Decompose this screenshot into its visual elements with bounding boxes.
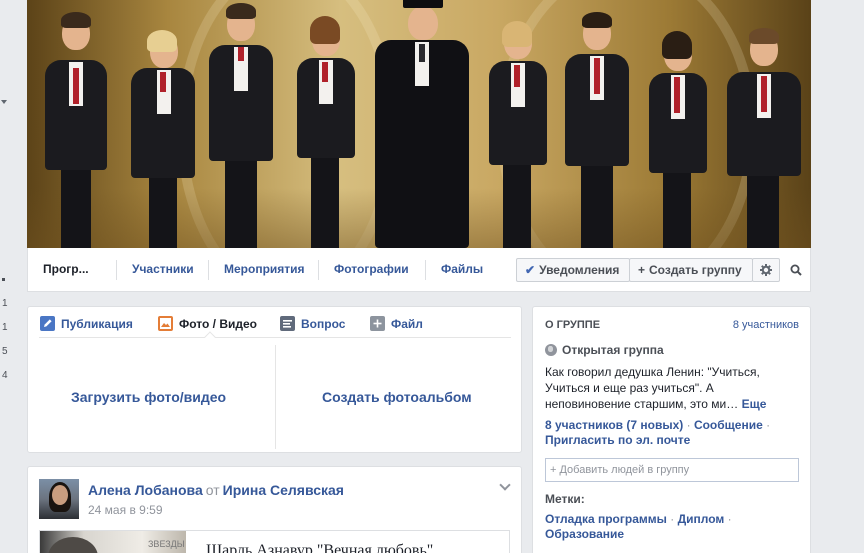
cover-person: [645, 23, 711, 248]
group-navbar: Прогр... Участники Мероприятия Фотографи…: [27, 248, 811, 292]
search-icon[interactable]: [790, 264, 802, 276]
nav-files[interactable]: Файлы: [441, 248, 483, 291]
globe-icon: [545, 344, 557, 356]
cover-person: [483, 13, 553, 248]
tab-file[interactable]: Файл: [370, 315, 423, 335]
author-link[interactable]: Алена Лобанова: [88, 482, 203, 498]
notifications-button[interactable]: ✔ Уведомления: [516, 258, 630, 282]
post-card: Алена Лобанова от Ирина Селявская 24 мая в…: [27, 466, 522, 553]
cover-person: [291, 8, 361, 248]
left-rail: 1 1 5 4: [0, 0, 18, 553]
nav-group-name[interactable]: Прогр...: [43, 248, 89, 291]
privacy-label: Открытая группа: [545, 343, 664, 357]
collapse-arrow-icon[interactable]: [1, 100, 7, 104]
file-plus-icon: [370, 316, 385, 331]
group-description: Как говорил дедушка Ленин: "Учиться, Учи…: [545, 365, 767, 411]
composer: Публикация Фото / Видео Вопрос Файл Загр…: [27, 306, 522, 453]
nav-members[interactable]: Участники: [132, 248, 194, 291]
bullet-dot: [2, 278, 5, 281]
rail-count-1: 1: [2, 298, 8, 309]
tab-question[interactable]: Вопрос: [280, 315, 345, 335]
cover-person: [723, 16, 805, 248]
group-stats: 8 участников (7 новых) · Сообщение · При…: [545, 418, 771, 447]
about-group-panel: О ГРУППЕ 8 участников Открытая группа Ка…: [532, 306, 811, 553]
rail-count-4: 4: [2, 370, 8, 381]
cover-person: [127, 18, 201, 248]
nav-events[interactable]: Мероприятия: [224, 248, 305, 291]
members-count-link[interactable]: 8 участников: [733, 319, 799, 331]
avatar[interactable]: [39, 479, 79, 519]
photo-icon: [158, 316, 173, 331]
rail-count-3: 5: [2, 346, 8, 357]
shared-thumbnail: ЗВЕЗДЫ: [40, 531, 186, 553]
cover-photo[interactable]: [27, 0, 811, 248]
create-album-button[interactable]: Создать фотоальбом: [322, 389, 472, 405]
cover-person: [205, 3, 277, 248]
message-link[interactable]: Сообщение: [694, 418, 763, 432]
settings-button[interactable]: [752, 258, 780, 282]
tags-list: Отладка программы · Диплом · Образование: [545, 512, 732, 541]
create-group-button[interactable]: + Создать группу: [629, 258, 753, 282]
nav-photos[interactable]: Фотографии: [334, 248, 409, 291]
add-people-input[interactable]: + Добавить людей в группу: [545, 458, 799, 482]
upload-photo-video-button[interactable]: Загрузить фото/видео: [71, 389, 226, 405]
gear-icon: [760, 264, 772, 276]
tags-heading: Метки:: [545, 492, 585, 506]
tag-link[interactable]: Диплом: [678, 512, 725, 526]
plus-icon: +: [638, 263, 646, 277]
checkmark-icon: ✔: [525, 263, 536, 277]
tab-post[interactable]: Публикация: [40, 315, 133, 335]
target-link[interactable]: Ирина Селявская: [223, 482, 344, 498]
members-link[interactable]: 8 участников (7 новых): [545, 418, 683, 432]
tag-link[interactable]: Отладка программы: [545, 512, 667, 526]
pencil-icon: [40, 316, 55, 331]
cover-person: [41, 8, 111, 248]
tag-link[interactable]: Образование: [545, 527, 624, 541]
cover-person: [369, 0, 475, 248]
post-timestamp[interactable]: 24 мая в 9:59: [88, 503, 163, 517]
shared-link-preview[interactable]: ЗВЕЗДЫ Шарль Азнавур "Вечная любовь": [39, 530, 510, 553]
rail-count-2: 1: [2, 322, 8, 333]
poll-icon: [280, 316, 295, 331]
post-header: Алена Лобанова от Ирина Селявская: [88, 482, 344, 498]
chevron-down-icon[interactable]: [499, 479, 511, 491]
see-more-link[interactable]: Еще: [742, 397, 767, 411]
cover-person: [561, 8, 633, 248]
shared-title[interactable]: Шарль Азнавур "Вечная любовь": [206, 542, 433, 553]
about-heading: О ГРУППЕ: [545, 319, 601, 331]
invite-email-link[interactable]: Пригласить по эл. почте: [545, 433, 690, 447]
